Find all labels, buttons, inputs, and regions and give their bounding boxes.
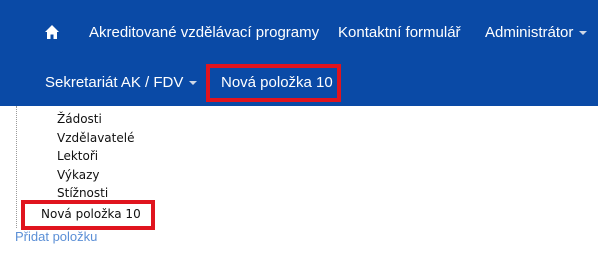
menu-item-educators[interactable]: Vzdělavatelé [57,130,134,146]
tree-guide-line [16,106,17,228]
menu-item-requests[interactable]: Žádosti [57,111,102,127]
highlight-box-menu [21,200,155,230]
chevron-down-icon [189,81,198,86]
nav-administrator-dropdown[interactable]: Administrátor [485,23,588,43]
top-navbar: Akreditované vzdělávací programy Kontakt… [0,0,598,106]
menu-item-reports[interactable]: Výkazy [57,167,99,183]
home-icon[interactable] [44,24,60,40]
nav-administrator-label: Administrátor [485,24,574,41]
menu-item-lecturers[interactable]: Lektoři [57,148,98,164]
nav-secretariat-label: Sekretariát AK / FDV [45,74,184,91]
highlight-box-nav [206,64,341,102]
add-item-link[interactable]: Přidat položku [15,229,97,244]
nav-accredited-programs[interactable]: Akreditované vzdělávací programy [89,23,319,43]
menu-item-complaints[interactable]: Stížnosti [57,185,108,201]
nav-secretariat-dropdown[interactable]: Sekretariát AK / FDV [45,73,198,93]
chevron-down-icon [579,31,588,36]
nav-contact-form[interactable]: Kontaktní formulář [338,23,461,43]
